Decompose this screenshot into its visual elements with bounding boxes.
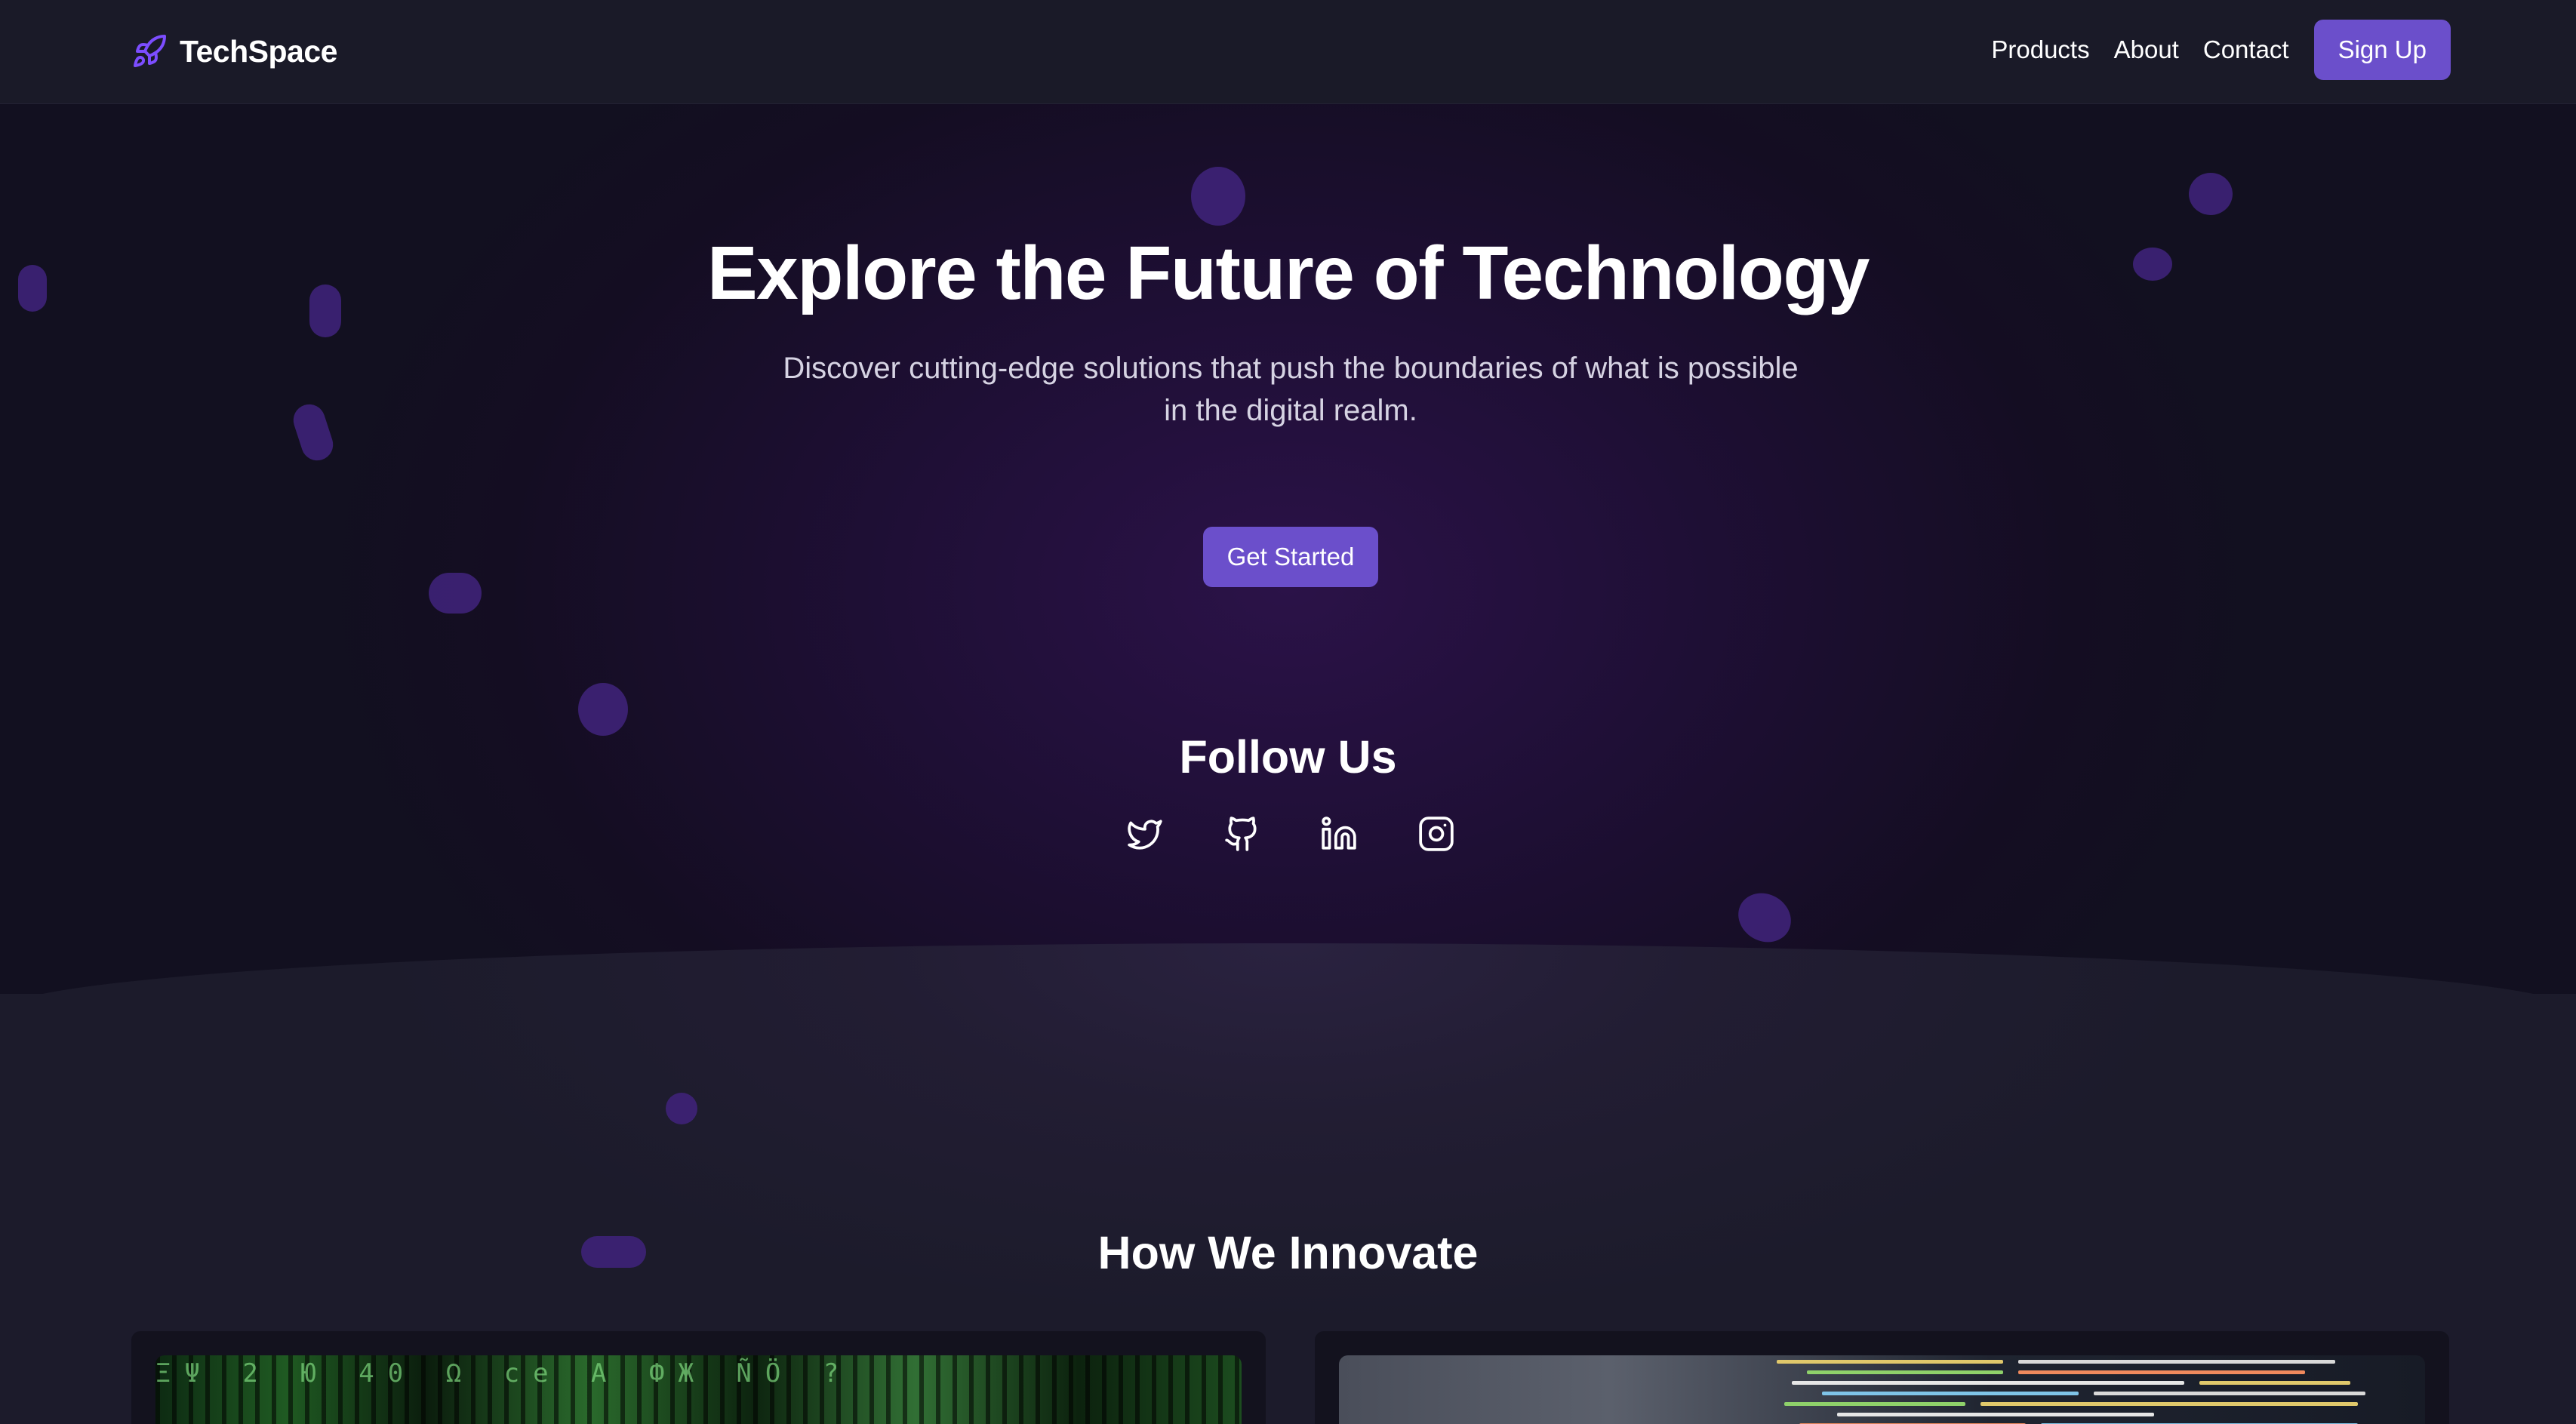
follow-us-heading: Follow Us [1179,731,1397,783]
hero-title: Explore the Future of Technology [706,231,1870,315]
twitter-icon [1128,820,1162,850]
twitter-link[interactable] [1125,813,1165,854]
code-line [1807,1370,2003,1374]
github-link[interactable] [1222,813,1263,854]
code-line [2018,1370,2305,1374]
rocket-icon [134,34,166,67]
landing-page: Explore the Future of Technology Discove… [0,0,2576,1424]
decorative-blob [2189,173,2233,215]
linkedin-icon [1322,817,1357,850]
code-line [1822,1392,2079,1395]
nav-links: Products About Contact Sign Up [1967,20,2451,80]
brand-logo[interactable]: TechSpace [131,29,337,74]
instagram-icon [1419,817,1454,851]
get-started-button[interactable]: Get Started [1203,527,1378,587]
matrix-code-text: ΞΨ 2 Ю 40 Ω ce A ФЖ ÑÖ ? [155,1358,853,1389]
code-lines-decoration [1762,1355,2425,1424]
linkedin-link[interactable] [1319,813,1359,854]
social-links [1125,813,1457,854]
decorative-blob [289,400,337,465]
code-line [1980,1402,2358,1406]
how-we-innovate-heading: How We Innovate [1097,1227,1479,1278]
instagram-link[interactable] [1416,813,1457,854]
matrix-code-image: ΞΨ 2 Ю 40 Ω ce A ФЖ ÑÖ ? [155,1355,1242,1424]
hero-subtitle: Discover cutting-edge solutions that pus… [783,352,1799,427]
code-line [2018,1360,2335,1364]
decorative-blob [578,683,628,736]
sign-up-button[interactable]: Sign Up [2313,20,2451,80]
code-line [2094,1392,2365,1395]
decorative-blob [1191,167,1245,226]
nav-link-contact[interactable]: Contact [2203,35,2289,64]
code-line [1784,1402,1965,1406]
decorative-blob [429,573,482,614]
brand-name: TechSpace [180,33,337,69]
nav-link-about[interactable]: About [2114,35,2179,64]
nav-link-products[interactable]: Products [1991,35,2089,64]
code-line [2199,1381,2350,1385]
decorative-blob [666,1093,697,1124]
innovation-card[interactable]: ΞΨ 2 Ю 40 Ω ce A ФЖ ÑÖ ? [131,1331,1266,1424]
code-line [1777,1360,2003,1364]
code-editor-image [1339,1355,2425,1424]
code-line [1837,1413,2154,1416]
github-icon [1224,817,1257,851]
top-navigation: TechSpace Products About Contact Sign Up [0,0,2576,104]
hero-section: Explore the Future of Technology Discove… [0,103,2576,994]
innovation-card[interactable] [1315,1331,2449,1424]
code-line [1792,1381,2184,1385]
decorative-blob [1729,884,1800,952]
